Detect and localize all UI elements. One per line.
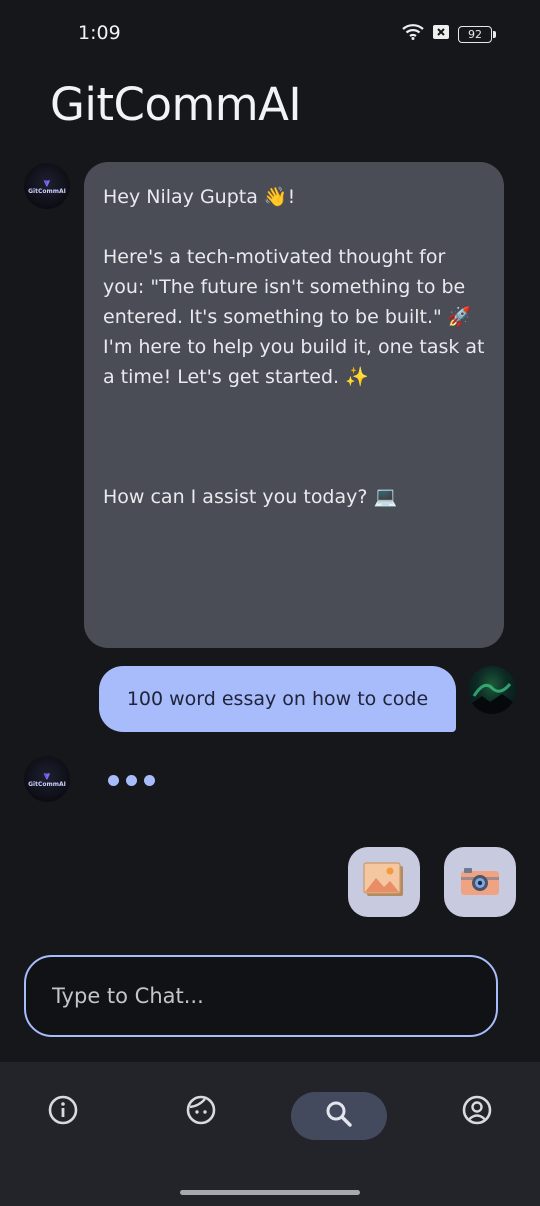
chat-input-container[interactable] [24, 955, 498, 1037]
app-title: GitCommAI [50, 78, 302, 131]
attach-image-button[interactable] [348, 847, 420, 917]
battery-level: 92 [458, 25, 492, 43]
account-icon [461, 1094, 493, 1130]
battery-icon: 92 [458, 25, 496, 43]
status-time: 1:09 [78, 22, 121, 44]
nav-profile[interactable] [457, 1092, 497, 1132]
status-icons: 92 [402, 24, 496, 44]
bot-avatar: ⩔ GitCommAI [24, 163, 70, 209]
user-avatar [468, 666, 516, 714]
user-message-text: 100 word essay on how to code [126, 688, 429, 710]
home-indicator [180, 1190, 360, 1195]
search-icon [324, 1099, 354, 1133]
sim-off-icon [432, 24, 450, 44]
bot-message-bubble: Hey Nilay Gupta 👋! Here's a tech-motivat… [84, 162, 504, 648]
typing-dot [126, 774, 137, 786]
camera-icon [460, 864, 500, 900]
bot-avatar-label: GitCommAI [28, 780, 66, 788]
user-message-bubble: 100 word essay on how to code [99, 666, 456, 732]
camera-button[interactable] [444, 847, 516, 917]
wifi-icon [402, 24, 424, 44]
chat-input[interactable] [50, 983, 496, 1009]
bot-logo: ⩔ GitCommAI [28, 768, 66, 788]
face-icon [185, 1094, 217, 1130]
nav-face[interactable] [181, 1092, 221, 1132]
info-icon [47, 1094, 79, 1130]
wolf-logo-icon: ⩔ [43, 175, 51, 189]
bottom-nav [0, 1062, 540, 1206]
typing-dot [108, 774, 119, 786]
status-bar: 1:09 92 [0, 0, 540, 70]
typing-indicator [100, 762, 166, 798]
bot-logo: ⩔ GitCommAI [28, 175, 66, 195]
bot-avatar-label: GitCommAI [28, 187, 66, 195]
nav-info[interactable] [43, 1092, 83, 1132]
typing-dot [144, 774, 155, 786]
image-gallery-icon [362, 860, 406, 904]
nav-search[interactable] [291, 1092, 387, 1140]
bot-avatar-typing: ⩔ GitCommAI [24, 756, 70, 802]
wolf-logo-icon: ⩔ [43, 768, 51, 782]
